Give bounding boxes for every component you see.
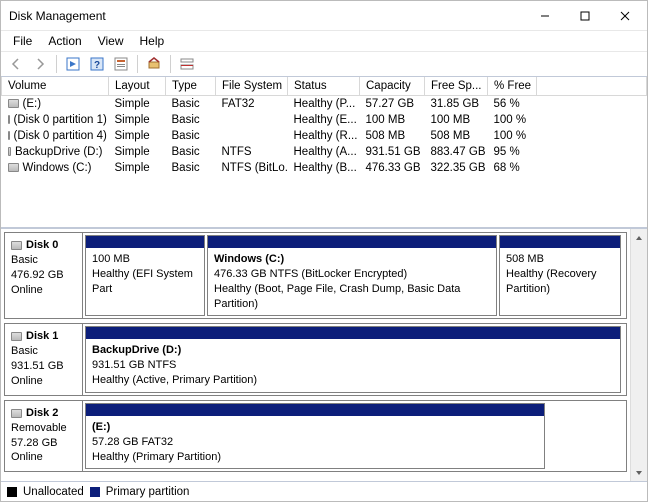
disk-area: Disk 0Basic476.92 GBOnline100 MBHealthy … (1, 229, 647, 481)
disk-info: Disk 0Basic476.92 GBOnline (5, 233, 83, 318)
column-header-row[interactable]: Volume Layout Type File System Status Ca… (2, 77, 647, 95)
volume-icon (8, 99, 19, 108)
partition-color-bar (208, 236, 496, 248)
partition-body: (E:)57.28 GB FAT32Healthy (Primary Parti… (86, 416, 544, 469)
menu-help[interactable]: Help (132, 32, 173, 50)
properties-button[interactable] (110, 53, 132, 75)
vertical-scrollbar[interactable] (630, 229, 647, 481)
partition-body: Windows (C:)476.33 GB NTFS (BitLocker En… (208, 248, 496, 315)
disk-icon (11, 409, 22, 418)
disk-graphical-pane: Disk 0Basic476.92 GBOnline100 MBHealthy … (1, 229, 647, 501)
disk-row[interactable]: Disk 0Basic476.92 GBOnline100 MBHealthy … (4, 232, 627, 319)
partition-body: 100 MBHealthy (EFI System Part (86, 248, 204, 301)
col-freespace[interactable]: Free Sp... (425, 77, 488, 95)
partition-color-bar (86, 236, 204, 248)
partition-container: BackupDrive (D:)931.51 GB NTFSHealthy (A… (83, 324, 626, 395)
legend-primary: Primary partition (106, 486, 190, 498)
partition[interactable]: Windows (C:)476.33 GB NTFS (BitLocker En… (207, 235, 497, 316)
volume-row[interactable]: BackupDrive (D:)SimpleBasicNTFSHealthy (… (2, 144, 647, 160)
partition-color-bar (86, 404, 544, 416)
partition-color-bar (500, 236, 620, 248)
col-spacer (537, 77, 647, 95)
partition[interactable]: 508 MBHealthy (Recovery Partition) (499, 235, 621, 316)
volume-name-cell: (Disk 0 partition 4) (2, 128, 109, 144)
col-volume[interactable]: Volume (2, 77, 109, 95)
volume-row[interactable]: (Disk 0 partition 4)SimpleBasicHealthy (… (2, 128, 647, 144)
help-button[interactable]: ? (86, 53, 108, 75)
toolbar-separator (137, 55, 138, 73)
refresh-button[interactable] (62, 53, 84, 75)
col-pctfree[interactable]: % Free (488, 77, 537, 95)
menu-view[interactable]: View (90, 32, 132, 50)
col-type[interactable]: Type (166, 77, 216, 95)
disk-scroll: Disk 0Basic476.92 GBOnline100 MBHealthy … (1, 229, 630, 481)
legend-unallocated: Unallocated (23, 486, 84, 498)
forward-button[interactable] (29, 53, 51, 75)
disk-info: Disk 2Removable57.28 GBOnline (5, 401, 83, 472)
settings-button[interactable] (143, 53, 165, 75)
disk-row[interactable]: Disk 1Basic931.51 GBOnlineBackupDrive (D… (4, 323, 627, 396)
legend: Unallocated Primary partition (1, 481, 647, 501)
partition-container: 100 MBHealthy (EFI System PartWindows (C… (83, 233, 626, 318)
back-button[interactable] (5, 53, 27, 75)
window-title: Disk Management (9, 9, 525, 23)
volume-table[interactable]: Volume Layout Type File System Status Ca… (1, 77, 647, 176)
legend-swatch-primary (90, 487, 100, 497)
title-bar: Disk Management (1, 1, 647, 31)
partition-body: BackupDrive (D:)931.51 GB NTFSHealthy (A… (86, 339, 620, 392)
list-view-button[interactable] (176, 53, 198, 75)
scroll-up-icon[interactable] (631, 229, 647, 246)
toolbar: ? (1, 51, 647, 77)
volume-icon (8, 147, 11, 156)
disk-icon (11, 241, 22, 250)
maximize-button[interactable] (565, 2, 605, 30)
partition-container: (E:)57.28 GB FAT32Healthy (Primary Parti… (83, 401, 626, 472)
disk-icon (11, 332, 22, 341)
close-button[interactable] (605, 2, 645, 30)
volume-name-cell: BackupDrive (D:) (2, 144, 109, 160)
svg-text:?: ? (94, 60, 100, 71)
partition-color-bar (86, 327, 620, 339)
toolbar-separator (56, 55, 57, 73)
disk-info: Disk 1Basic931.51 GBOnline (5, 324, 83, 395)
disk-row[interactable]: Disk 2Removable57.28 GBOnline (E:)57.28 … (4, 400, 627, 473)
col-filesystem[interactable]: File System (216, 77, 288, 95)
volume-row[interactable]: Windows (C:)SimpleBasicNTFS (BitLo...Hea… (2, 160, 647, 176)
volume-icon (8, 131, 10, 140)
scroll-down-icon[interactable] (631, 464, 647, 481)
volume-icon (8, 163, 19, 172)
volume-row[interactable]: (Disk 0 partition 1)SimpleBasicHealthy (… (2, 112, 647, 128)
volume-list-pane: Volume Layout Type File System Status Ca… (1, 77, 647, 229)
menu-bar: File Action View Help (1, 31, 647, 51)
volume-name-cell: (Disk 0 partition 1) (2, 112, 109, 128)
col-capacity[interactable]: Capacity (360, 77, 425, 95)
partition[interactable]: (E:)57.28 GB FAT32Healthy (Primary Parti… (85, 403, 545, 470)
menu-action[interactable]: Action (40, 32, 89, 50)
col-layout[interactable]: Layout (109, 77, 166, 95)
partition-body: 508 MBHealthy (Recovery Partition) (500, 248, 620, 301)
volume-row[interactable]: (E:)SimpleBasicFAT32Healthy (P...57.27 G… (2, 95, 647, 112)
toolbar-separator (170, 55, 171, 73)
minimize-button[interactable] (525, 2, 565, 30)
legend-swatch-unallocated (7, 487, 17, 497)
partition[interactable]: BackupDrive (D:)931.51 GB NTFSHealthy (A… (85, 326, 621, 393)
col-status[interactable]: Status (288, 77, 360, 95)
volume-name-cell: Windows (C:) (2, 160, 109, 176)
volume-icon (8, 115, 10, 124)
menu-file[interactable]: File (5, 32, 40, 50)
volume-name-cell: (E:) (2, 96, 109, 112)
partition[interactable]: 100 MBHealthy (EFI System Part (85, 235, 205, 316)
